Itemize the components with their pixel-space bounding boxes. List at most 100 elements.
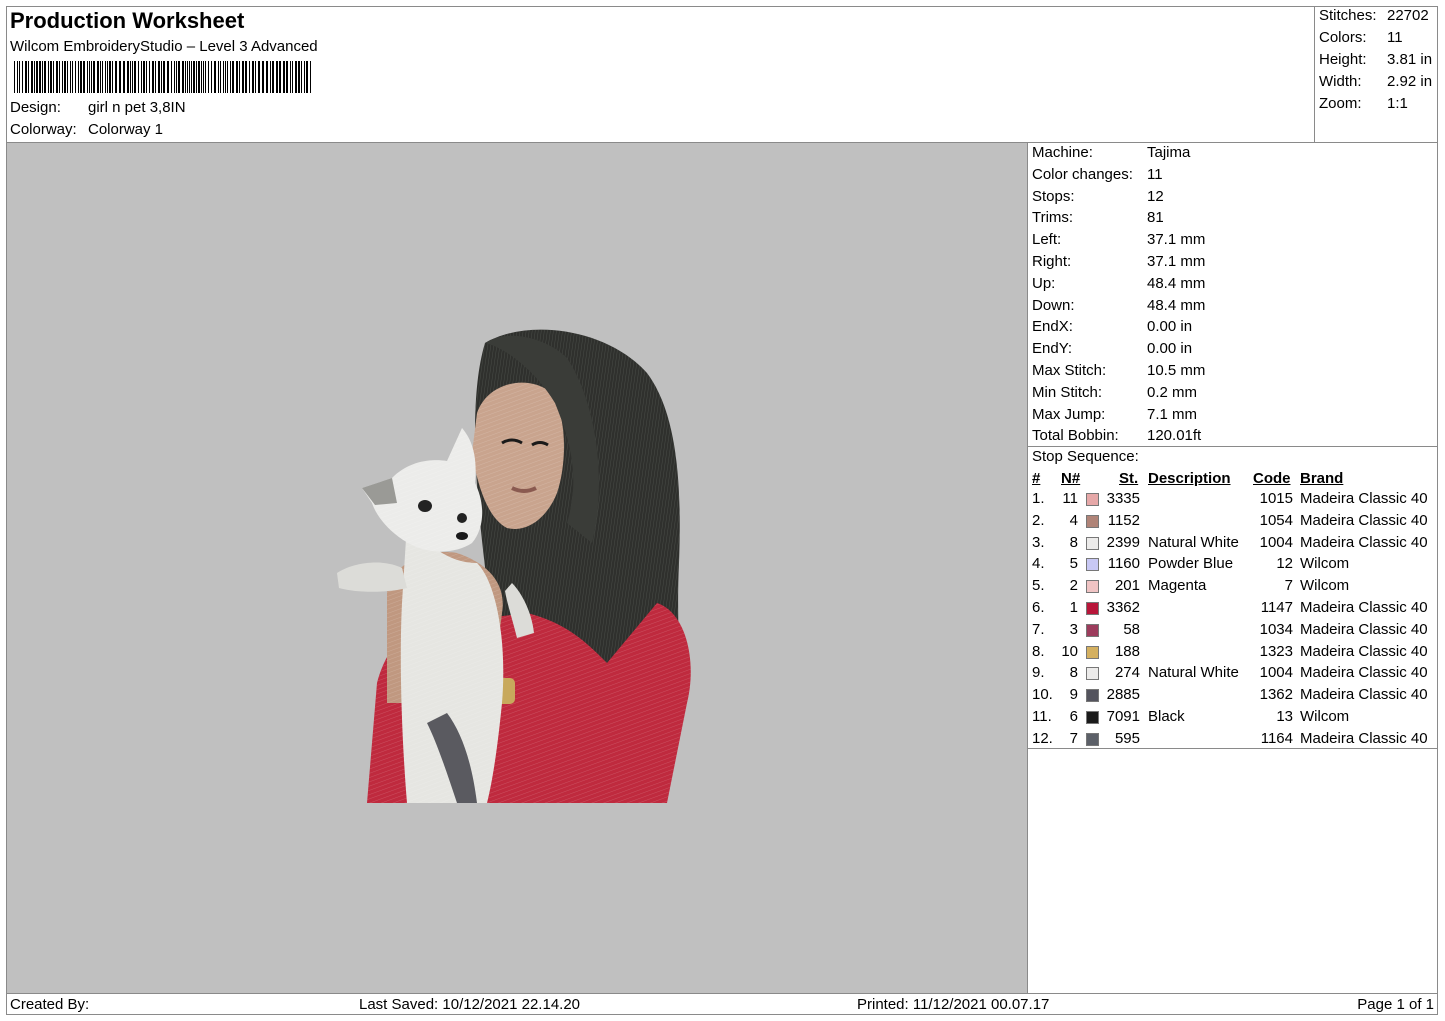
barcode-bar xyxy=(167,61,169,93)
stat-label: Zoom: xyxy=(1319,95,1362,112)
worksheet-title: Production Worksheet xyxy=(10,8,245,33)
barcode-bar xyxy=(115,61,117,93)
machine-info-label: Trims: xyxy=(1032,209,1074,227)
needle-number: 2 xyxy=(1069,577,1078,595)
barcode-bar xyxy=(290,61,291,93)
barcode-bar xyxy=(36,61,38,93)
last-saved: Last Saved: 10/12/2021 22.14.20 xyxy=(359,996,581,1013)
stat-value: 1:1 xyxy=(1387,95,1408,112)
barcode-bar xyxy=(276,61,278,93)
stop-sequence-row: 11. 6 7091 Black 13 Wilcom xyxy=(1028,708,1438,728)
barcode-bar xyxy=(42,61,43,93)
barcode-bar xyxy=(143,61,145,93)
barcode-bar xyxy=(109,61,111,93)
barcode-bar xyxy=(19,61,20,93)
barcode-bar xyxy=(203,61,204,93)
barcode-bar xyxy=(17,61,18,93)
barcode-bar xyxy=(72,61,73,93)
barcode-bar xyxy=(304,61,305,93)
barcode-bar xyxy=(100,61,101,93)
barcode-bar xyxy=(236,61,238,93)
needle-number: 9 xyxy=(1069,686,1078,704)
barcode-bar xyxy=(301,61,302,93)
barcode-bar xyxy=(119,61,121,93)
barcode-bar xyxy=(53,61,54,93)
barcode-bar xyxy=(298,61,300,93)
stop-sequence-row: 9. 8 274 Natural White 1004 Madeira Classic 4… xyxy=(1028,664,1438,684)
barcode-bar xyxy=(22,61,23,93)
machine-info-label: Max Stitch: xyxy=(1032,362,1107,379)
stat-value: 2.92 in xyxy=(1387,73,1433,90)
thread-code: 1323 xyxy=(1259,642,1293,660)
machine-info-label: Down: xyxy=(1032,296,1075,314)
stitch-count: 2885 xyxy=(1106,686,1140,704)
barcode-bar xyxy=(242,61,244,93)
barcode-bar xyxy=(174,61,175,93)
row-number: 6. xyxy=(1032,599,1045,616)
barcode-bar xyxy=(262,61,264,93)
barcode-bar xyxy=(232,61,234,93)
stat-row: Height: 3.81 in xyxy=(1319,51,1432,68)
machine-info-value: 37.1 mm xyxy=(1147,231,1206,249)
machine-info-label: Up: xyxy=(1032,274,1056,292)
printed-date: Printed: 11/12/2021 00.07.17 xyxy=(857,996,1050,1013)
thread-brand: Madeira Classic 40 xyxy=(1300,664,1428,682)
thread-brand: Madeira Classic 40 xyxy=(1300,511,1428,529)
barcode-bar xyxy=(75,61,76,93)
stat-label: Colors: xyxy=(1319,29,1367,46)
thread-description: Powder Blue xyxy=(1148,555,1234,573)
barcode-bar xyxy=(201,61,202,93)
thread-brand: Madeira Classic 40 xyxy=(1300,686,1428,704)
barcode-bar xyxy=(208,61,209,93)
stitch-count: 595 xyxy=(1114,729,1140,747)
created-by: Created By: xyxy=(10,996,90,1013)
row-number: 9. xyxy=(1032,664,1045,682)
barcode-bar xyxy=(193,61,195,93)
stitch-count: 188 xyxy=(1114,642,1140,660)
stitch-count: 1152 xyxy=(1107,511,1140,529)
machine-info-value: 0.00 in xyxy=(1147,318,1193,336)
barcode-bar xyxy=(50,61,52,93)
row-number: 3. xyxy=(1032,533,1045,551)
barcode xyxy=(14,61,311,93)
stitch-count: 1160 xyxy=(1107,555,1140,573)
barcode-bar xyxy=(83,61,85,93)
thread-code: 1034 xyxy=(1259,620,1293,638)
barcode-bar xyxy=(196,61,197,93)
stop-sequence-row: 1. 11 3335 1015 Madeira Classic 40 xyxy=(1028,490,1438,510)
stat-row: Colors: 11 xyxy=(1319,29,1403,46)
barcode-bar xyxy=(56,61,58,93)
machine-info-row: Total Bobbin: 120.01ft xyxy=(1032,427,1201,444)
col-stitches: St. xyxy=(1119,470,1139,487)
barcode-bar xyxy=(62,61,63,93)
thread-code: 1362 xyxy=(1259,686,1293,704)
barcode-bar xyxy=(87,61,88,93)
barcode-bar xyxy=(249,61,250,93)
stop-sequence-row: 4. 5 1160 Powder Blue 12 Wilcom xyxy=(1028,555,1438,575)
needle-number: 1 xyxy=(1069,599,1078,616)
thread-code: 1015 xyxy=(1259,490,1293,507)
col-brand: Brand xyxy=(1300,470,1344,487)
barcode-bar xyxy=(225,61,226,93)
row-number: 7. xyxy=(1032,620,1045,638)
barcode-bar xyxy=(258,61,260,93)
needle-number: 10 xyxy=(1061,642,1078,660)
thread-code: 1004 xyxy=(1259,533,1293,551)
barcode-bar xyxy=(80,61,82,93)
barcode-bar xyxy=(295,61,297,93)
stop-sequence-row: 12. 7 595 1164 Madeira Classic 40 xyxy=(1028,730,1438,750)
thread-description: Natural White xyxy=(1148,533,1239,551)
worksheet-footer: Created By: Last Saved: 10/12/2021 22.14… xyxy=(6,993,1438,1016)
stat-value: 11 xyxy=(1387,29,1403,46)
thread-brand: Wilcom xyxy=(1300,708,1350,725)
barcode-bar xyxy=(25,61,27,93)
barcode-bar xyxy=(89,61,90,93)
stop-sequence-row: 3. 8 2399 Natural White 1004 Madeira Classic … xyxy=(1028,534,1438,554)
machine-info-row: Up: 48.4 mm xyxy=(1032,275,1205,292)
barcode-bar xyxy=(255,61,256,93)
stat-label: Width: xyxy=(1319,73,1362,90)
needle-number: 4 xyxy=(1069,511,1078,529)
barcode-bar xyxy=(158,61,160,93)
machine-info-value: 11 xyxy=(1147,165,1163,183)
machine-info-value: 48.4 mm xyxy=(1147,274,1206,292)
